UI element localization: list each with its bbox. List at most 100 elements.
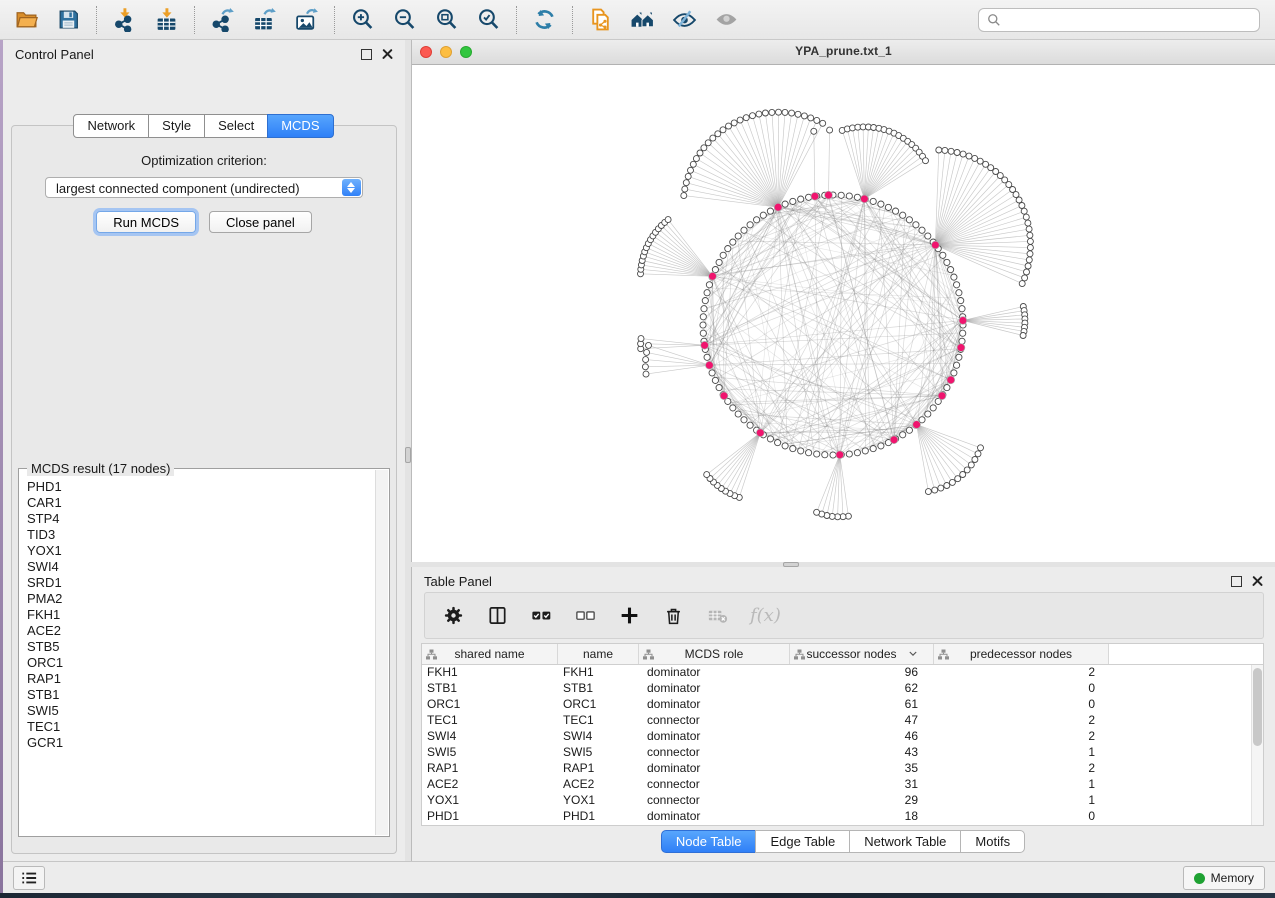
export-image-button[interactable] <box>288 4 324 36</box>
cell-MCDS-role: dominator <box>639 809 790 825</box>
cell-successor-nodes: 61 <box>790 697 934 713</box>
tab-mcds[interactable]: MCDS <box>267 114 333 138</box>
tab-style[interactable]: Style <box>148 114 205 138</box>
criterion-selected-value: largest connected component (undirected) <box>56 181 300 196</box>
tab-node-table[interactable]: Node Table <box>661 830 757 853</box>
zoom-fit-button[interactable] <box>428 4 464 36</box>
float-panel-icon[interactable] <box>361 49 372 60</box>
tab-edge-table[interactable]: Edge Table <box>755 830 850 853</box>
table-row[interactable]: PHD1PHD1dominator180 <box>422 809 1263 825</box>
cell-predecessor-nodes: 0 <box>934 681 1109 697</box>
show-eye-button <box>708 4 744 36</box>
save-session-icon <box>56 7 81 32</box>
import-table-button[interactable] <box>148 4 184 36</box>
close-panel-icon[interactable] <box>382 49 393 60</box>
table-scrollbar-thumb[interactable] <box>1253 668 1262 746</box>
table-row[interactable]: SWI5SWI5connector431 <box>422 745 1263 761</box>
cell-successor-nodes: 29 <box>790 793 934 809</box>
gear-button[interactable] <box>442 604 465 627</box>
table-row[interactable]: YOX1YOX1connector291 <box>422 793 1263 809</box>
save-session-button[interactable] <box>50 4 86 36</box>
zoom-in-icon <box>350 7 375 32</box>
table-body: FKH1FKH1dominator962STB1STB1dominator620… <box>422 665 1263 825</box>
export-network-icon <box>210 7 235 32</box>
zoom-out-button[interactable] <box>386 4 422 36</box>
table-row[interactable]: STB1STB1dominator620 <box>422 681 1263 697</box>
export-network-button[interactable] <box>204 4 240 36</box>
column-header-MCDS-role[interactable]: MCDS role <box>639 644 790 664</box>
table-row[interactable]: FKH1FKH1dominator962 <box>422 665 1263 681</box>
run-mcds-button[interactable]: Run MCDS <box>96 211 196 233</box>
minimize-window-icon[interactable] <box>440 46 452 58</box>
checked-boxes-button[interactable] <box>530 604 553 627</box>
mcds-result-item: TID3 <box>27 527 373 543</box>
duplicate-network-button[interactable] <box>582 4 618 36</box>
network-canvas[interactable] <box>412 64 1275 562</box>
cell-name: SWI5 <box>558 745 639 761</box>
table-row[interactable]: ACE2ACE2connector311 <box>422 777 1263 793</box>
mcds-result-scrollbar[interactable] <box>375 470 388 835</box>
import-table-icon <box>154 7 179 32</box>
cell-MCDS-role: dominator <box>639 665 790 681</box>
cell-name: STB1 <box>558 681 639 697</box>
tab-motifs[interactable]: Motifs <box>960 830 1025 853</box>
table-header-row: shared namenameMCDS rolesuccessor nodesp… <box>422 644 1263 665</box>
criterion-select[interactable]: largest connected component (undirected) <box>45 177 363 198</box>
close-panel-button[interactable]: Close panel <box>209 211 312 233</box>
plus-button[interactable] <box>618 604 641 627</box>
float-table-panel-icon[interactable] <box>1231 576 1242 587</box>
toolbar-buttons <box>8 4 750 36</box>
cell-shared-name: RAP1 <box>422 761 558 777</box>
cell-name: PHD1 <box>558 809 639 825</box>
houses-button[interactable] <box>624 4 660 36</box>
column-header-shared-name[interactable]: shared name <box>422 644 558 664</box>
open-file-button[interactable] <box>8 4 44 36</box>
import-network-button[interactable] <box>106 4 142 36</box>
split-columns-button[interactable] <box>486 604 509 627</box>
tab-select[interactable]: Select <box>204 114 268 138</box>
close-table-panel-icon[interactable] <box>1252 576 1263 587</box>
mcds-result-item: STB5 <box>27 639 373 655</box>
network-window: YPA_prune.txt_1 <box>411 40 1275 562</box>
control-panel-header: Control Panel <box>3 40 405 62</box>
mcds-result-item: ORC1 <box>27 655 373 671</box>
checked-boxes-icon <box>530 604 553 627</box>
mcds-result-item: ACE2 <box>27 623 373 639</box>
refresh-icon <box>532 7 557 32</box>
mcds-tab-content: Optimization criterion: largest connecte… <box>11 125 397 854</box>
table-toolbar: f(x) <box>424 592 1264 639</box>
table-row[interactable]: RAP1RAP1dominator352 <box>422 761 1263 777</box>
table-scrollbar[interactable] <box>1251 665 1263 825</box>
hide-eye-button[interactable] <box>666 4 702 36</box>
table-row[interactable]: ORC1ORC1dominator610 <box>422 697 1263 713</box>
zoom-in-button[interactable] <box>344 4 380 36</box>
tab-network[interactable]: Network <box>73 114 149 138</box>
task-history-button[interactable] <box>13 866 45 890</box>
cell-MCDS-role: dominator <box>639 697 790 713</box>
table-panel: Table Panel f(x) shared namenameMCDS rol… <box>411 567 1275 862</box>
refresh-button[interactable] <box>526 4 562 36</box>
column-header-name[interactable]: name <box>558 644 639 664</box>
cell-shared-name: PHD1 <box>422 809 558 825</box>
table-row[interactable]: TEC1TEC1connector472 <box>422 713 1263 729</box>
maximize-window-icon[interactable] <box>460 46 472 58</box>
close-window-icon[interactable] <box>420 46 432 58</box>
plus-icon <box>618 604 641 627</box>
optimization-criterion-label: Optimization criterion: <box>12 153 396 168</box>
tab-network-table[interactable]: Network Table <box>849 830 961 853</box>
unchecked-boxes-button[interactable] <box>574 604 597 627</box>
search-input[interactable] <box>1007 11 1259 28</box>
zoom-selected-button[interactable] <box>470 4 506 36</box>
table-panel-tabs: Node TableEdge TableNetwork TableMotifs <box>412 830 1275 853</box>
cell-successor-nodes: 31 <box>790 777 934 793</box>
table-panel-header: Table Panel <box>412 567 1275 589</box>
column-header-predecessor-nodes[interactable]: predecessor nodes <box>934 644 1109 664</box>
table-row[interactable]: SWI4SWI4dominator462 <box>422 729 1263 745</box>
houses-icon <box>630 7 655 32</box>
memory-button[interactable]: Memory <box>1183 866 1265 890</box>
cell-name: ACE2 <box>558 777 639 793</box>
column-header-successor-nodes[interactable]: successor nodes <box>790 644 934 664</box>
cell-MCDS-role: connector <box>639 713 790 729</box>
export-table-button[interactable] <box>246 4 282 36</box>
trash-button[interactable] <box>662 604 685 627</box>
